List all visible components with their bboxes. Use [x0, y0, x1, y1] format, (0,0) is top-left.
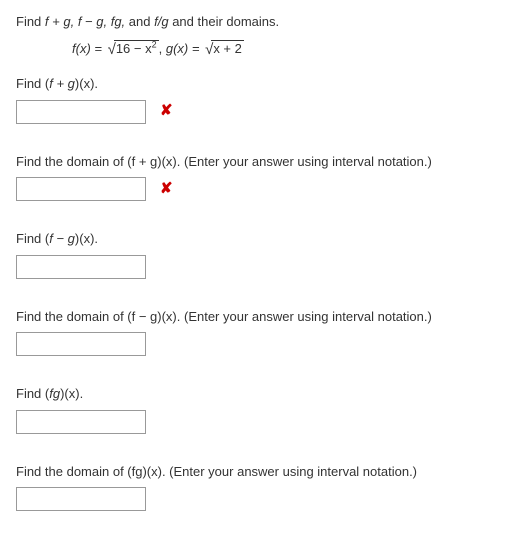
prompt-text: Find the domain of (f − g)(x). (Enter yo…	[16, 307, 510, 327]
prompt-text: Find the domain of (fg)(x). (Enter your …	[16, 462, 510, 482]
answer-input-2[interactable]	[16, 177, 146, 201]
answer-input-5[interactable]	[16, 410, 146, 434]
function-definitions: f(x) = 16 − x2, g(x) = x + 2	[16, 38, 510, 61]
question-5: Find (fg)(x).	[16, 384, 510, 434]
sqrt-icon: x + 2	[203, 38, 244, 61]
answer-input-3[interactable]	[16, 255, 146, 279]
wrong-icon: ✘	[160, 178, 173, 201]
question-4: Find the domain of (f − g)(x). (Enter yo…	[16, 307, 510, 357]
prompt-text: Find the domain of (f + g)(x). (Enter yo…	[16, 152, 510, 172]
answer-input-4[interactable]	[16, 332, 146, 356]
question-3: Find (f − g)(x).	[16, 229, 510, 279]
prompt-text: Find (f + g)(x).	[16, 74, 510, 94]
question-2: Find the domain of (f + g)(x). (Enter yo…	[16, 152, 510, 202]
prompt-text: Find (fg)(x).	[16, 384, 510, 404]
intro-text: Find f + g, f − g, fg, and f/g and their…	[16, 12, 510, 32]
sqrt-icon: 16 − x2	[106, 38, 159, 61]
answer-input-6[interactable]	[16, 487, 146, 511]
prompt-text: Find (f − g)(x).	[16, 229, 510, 249]
question-1: Find (f + g)(x). ✘	[16, 74, 510, 124]
wrong-icon: ✘	[160, 100, 173, 123]
answer-input-1[interactable]	[16, 100, 146, 124]
question-6: Find the domain of (fg)(x). (Enter your …	[16, 462, 510, 512]
